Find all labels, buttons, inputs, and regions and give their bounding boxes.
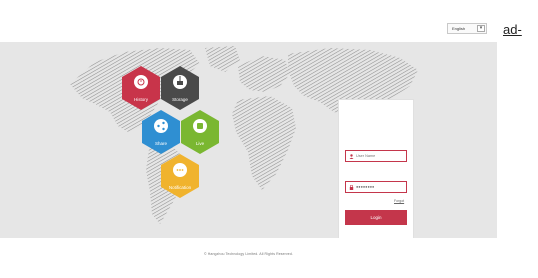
tile-storage-label: Storage [172, 97, 188, 102]
copyright-text: © Hangzhou Technology Limited. All Right… [204, 252, 293, 256]
password-input[interactable] [356, 183, 404, 191]
tile-live[interactable]: Live [181, 110, 219, 154]
storage-icon [173, 75, 187, 89]
tile-share-label: Share [154, 141, 167, 146]
tile-history[interactable]: History [122, 66, 160, 110]
history-icon [134, 75, 148, 89]
forgot-link[interactable]: Forgot [394, 199, 404, 203]
tile-history-label: History [133, 97, 148, 102]
username-input[interactable] [356, 152, 404, 160]
chevron-down-icon: ▾ [477, 25, 485, 32]
share-icon [154, 119, 168, 133]
password-field[interactable] [345, 181, 407, 193]
lock-icon [349, 185, 354, 190]
world-map-background [70, 46, 418, 224]
login-button[interactable]: Login [345, 210, 407, 225]
username-field[interactable] [345, 150, 407, 162]
tile-share[interactable]: Share [142, 110, 180, 154]
login-panel: Forgot Login [338, 99, 414, 238]
tile-notification-label: Notification [168, 185, 192, 190]
tile-notification[interactable]: Notification [161, 154, 199, 198]
language-label: English [452, 26, 466, 31]
app-window: English ▾ History Storage Share Live Not… [0, 0, 497, 278]
user-icon [349, 154, 354, 159]
tile-live-label: Live [195, 141, 205, 146]
footer: © Hangzhou Technology Limited. All Right… [0, 238, 497, 278]
tile-storage[interactable]: Storage [161, 66, 199, 110]
notification-icon [173, 163, 187, 177]
side-link[interactable]: ad- [503, 22, 522, 37]
main-area: History Storage Share Live Notification … [0, 42, 497, 238]
live-icon [193, 119, 207, 133]
top-bar: English ▾ [0, 0, 497, 42]
language-select[interactable]: English ▾ [447, 23, 487, 34]
